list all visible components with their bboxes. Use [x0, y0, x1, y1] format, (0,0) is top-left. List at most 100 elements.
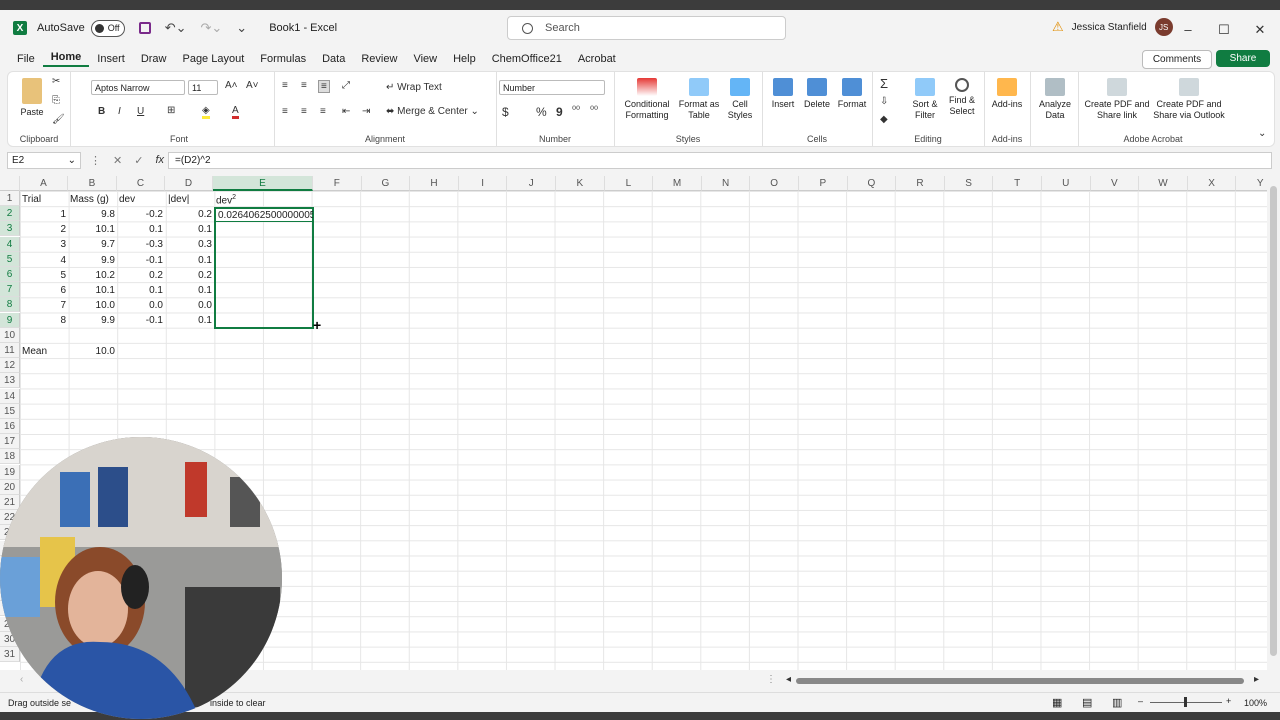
- cell-c5[interactable]: -0.1: [117, 253, 165, 268]
- tab-file[interactable]: File: [9, 53, 43, 65]
- share-button[interactable]: Share: [1216, 50, 1270, 67]
- cell-b1[interactable]: Mass (g): [68, 192, 117, 207]
- align-left-icon[interactable]: ≡: [282, 106, 288, 117]
- cell-c8[interactable]: 0.0: [117, 298, 165, 313]
- row-header-4[interactable]: 4: [0, 236, 20, 252]
- cell-a11[interactable]: Mean: [20, 344, 68, 359]
- font-size-select[interactable]: 11: [188, 80, 218, 95]
- font-color-icon[interactable]: A: [232, 105, 239, 119]
- increase-indent-icon[interactable]: ⇥: [362, 106, 370, 117]
- cell-a3[interactable]: 2: [20, 222, 68, 237]
- row-header-9[interactable]: 9: [0, 312, 20, 328]
- cell-d8[interactable]: 0.0: [166, 298, 214, 313]
- fill-color-icon[interactable]: ◈: [202, 105, 210, 119]
- column-header-g[interactable]: G: [361, 176, 411, 191]
- cell-d4[interactable]: 0.3: [166, 237, 214, 252]
- cell-b7[interactable]: 10.1: [68, 283, 117, 298]
- column-header-j[interactable]: J: [507, 176, 556, 191]
- cell-a7[interactable]: 6: [20, 283, 68, 298]
- tab-home[interactable]: Home: [42, 51, 90, 67]
- row-header-31[interactable]: 31: [0, 647, 20, 662]
- decrease-decimal-icon[interactable]: ⁰⁰: [590, 105, 598, 116]
- column-header-x[interactable]: X: [1187, 176, 1237, 191]
- column-header-l[interactable]: L: [604, 176, 654, 191]
- find-select-button[interactable]: Find & Select: [944, 78, 980, 117]
- cell-d3[interactable]: 0.1: [166, 222, 214, 237]
- column-header-i[interactable]: I: [458, 176, 508, 191]
- row-header-8[interactable]: 8: [0, 297, 20, 313]
- column-header-t[interactable]: T: [993, 176, 1042, 191]
- create-pdf-outlook-button[interactable]: Create PDF and Share via Outlook: [1152, 78, 1226, 121]
- column-header-c[interactable]: C: [117, 176, 165, 191]
- maximize-icon[interactable]: ☐: [1206, 22, 1242, 38]
- hscroll-left-icon[interactable]: ◂: [786, 674, 791, 685]
- minimize-icon[interactable]: –: [1170, 22, 1206, 38]
- row-header-1[interactable]: 1: [0, 191, 20, 206]
- tab-help[interactable]: Help: [445, 53, 484, 65]
- column-header-h[interactable]: H: [410, 176, 459, 191]
- orientation-icon[interactable]: ⤢: [342, 80, 350, 91]
- comments-button[interactable]: Comments: [1142, 50, 1212, 69]
- row-header-2[interactable]: 2: [0, 206, 20, 222]
- bold-button[interactable]: B: [98, 106, 105, 117]
- row-header-7[interactable]: 7: [0, 282, 20, 298]
- normal-view-icon[interactable]: ▦: [1052, 696, 1062, 709]
- row-header-20[interactable]: 20: [0, 479, 20, 495]
- tab-acrobat[interactable]: Acrobat: [570, 53, 624, 65]
- column-header-f[interactable]: F: [313, 176, 362, 191]
- sort-filter-button[interactable]: Sort & Filter: [910, 78, 940, 121]
- column-header-a[interactable]: A: [20, 176, 68, 191]
- tab-review[interactable]: Review: [353, 53, 405, 65]
- zoom-out-icon[interactable]: –: [1138, 696, 1143, 706]
- column-header-o[interactable]: O: [750, 176, 799, 191]
- insert-cells-button[interactable]: Insert: [768, 78, 798, 110]
- cell-d1[interactable]: |dev|: [166, 192, 214, 207]
- tab-view[interactable]: View: [405, 53, 445, 65]
- cell-a8[interactable]: 7: [20, 298, 68, 313]
- tab-page-layout[interactable]: Page Layout: [174, 53, 252, 65]
- cell-a5[interactable]: 4: [20, 253, 68, 268]
- cell-b11[interactable]: 10.0: [68, 344, 117, 359]
- font-name-select[interactable]: Aptos Narrow: [91, 80, 185, 95]
- row-header-12[interactable]: 12: [0, 358, 20, 374]
- analyze-data-button[interactable]: Analyze Data: [1036, 78, 1074, 121]
- cell-c1[interactable]: dev: [117, 192, 165, 207]
- cell-c9[interactable]: -0.1: [117, 313, 165, 328]
- row-header-10[interactable]: 10: [0, 327, 20, 343]
- column-header-m[interactable]: M: [653, 176, 702, 191]
- column-header-k[interactable]: K: [556, 176, 605, 191]
- row-header-19[interactable]: 19: [0, 464, 20, 480]
- number-format-select[interactable]: Number: [499, 80, 605, 95]
- copy-icon[interactable]: ⎘: [52, 95, 60, 106]
- wrap-text-button[interactable]: ↵ Wrap Text: [386, 82, 442, 93]
- column-header-r[interactable]: R: [896, 176, 945, 191]
- borders-icon[interactable]: ⊞: [167, 105, 175, 116]
- tab-formulas[interactable]: Formulas: [252, 53, 314, 65]
- cell-a1[interactable]: Trial: [20, 192, 68, 207]
- warning-icon[interactable]: ⚠: [1052, 19, 1064, 35]
- clear-icon[interactable]: ◆: [880, 114, 888, 125]
- hscroll-right-icon[interactable]: ▸: [1254, 674, 1259, 685]
- column-header-d[interactable]: D: [165, 176, 213, 191]
- cell-e1[interactable]: dev2: [214, 190, 274, 205]
- cut-icon[interactable]: ✂: [52, 76, 60, 87]
- column-header-p[interactable]: P: [799, 176, 848, 191]
- cancel-icon[interactable]: ✕: [113, 154, 122, 167]
- cell-a2[interactable]: 1: [20, 207, 68, 222]
- row-header-6[interactable]: 6: [0, 267, 20, 282]
- cell-c4[interactable]: -0.3: [117, 237, 165, 252]
- decrease-font-icon[interactable]: A˅: [246, 80, 259, 91]
- cell-d7[interactable]: 0.1: [166, 283, 214, 298]
- cell-a9[interactable]: 8: [20, 313, 68, 328]
- row-header-14[interactable]: 14: [0, 388, 20, 404]
- user-area[interactable]: ⚠ Jessica Stanfield JS: [1052, 18, 1173, 36]
- format-as-table-button[interactable]: Format as Table: [678, 78, 720, 121]
- decrease-indent-icon[interactable]: ⇤: [342, 106, 350, 117]
- create-pdf-link-button[interactable]: Create PDF and Share link: [1084, 78, 1150, 121]
- cell-e2[interactable]: 0.0264062500000005: [215, 208, 313, 223]
- zoom-level[interactable]: 100%: [1244, 698, 1267, 708]
- align-center-icon[interactable]: ≡: [301, 106, 307, 117]
- vertical-scroll-thumb[interactable]: [1270, 186, 1277, 656]
- column-header-b[interactable]: B: [68, 176, 117, 191]
- bottom-align-icon[interactable]: ≡: [318, 80, 330, 93]
